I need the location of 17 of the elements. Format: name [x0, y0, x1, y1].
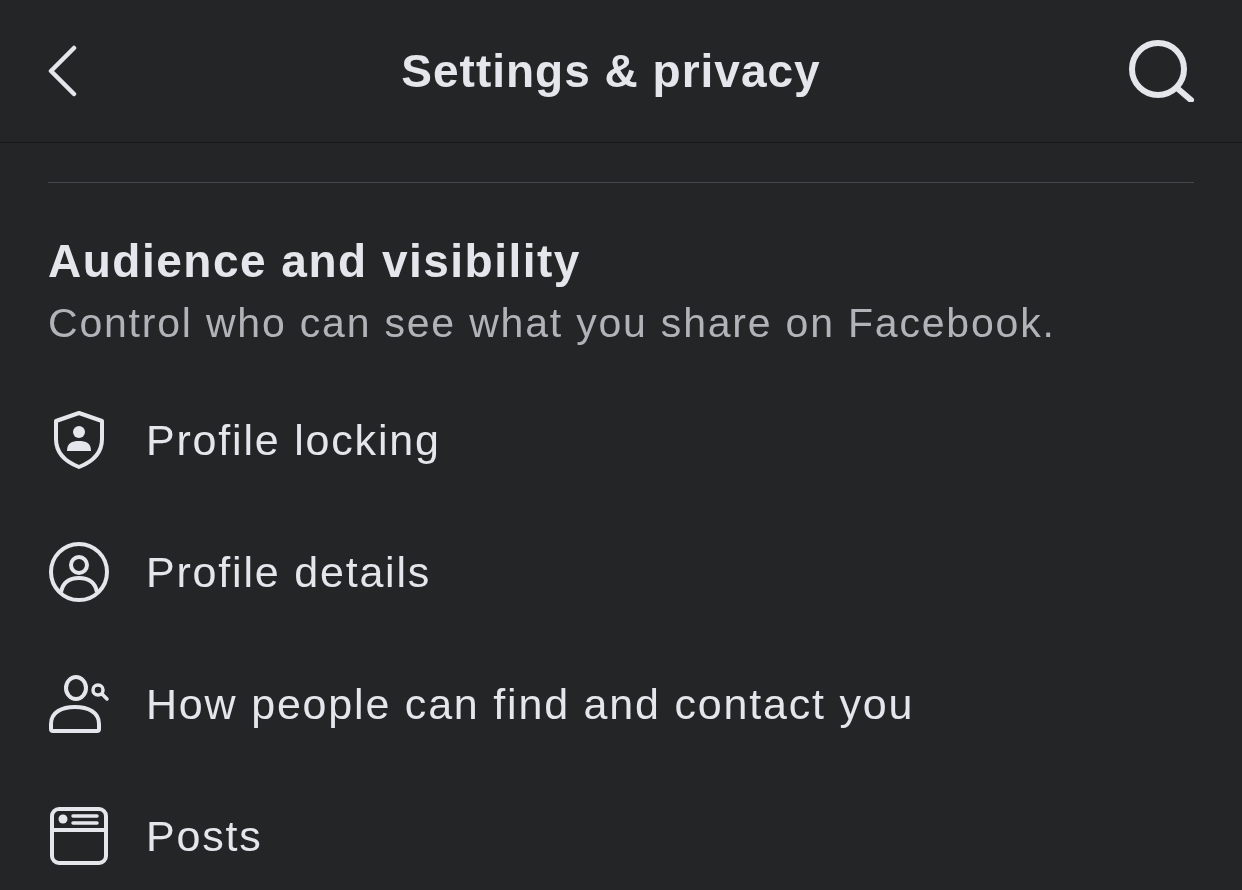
person-circle-icon [48, 541, 110, 603]
search-button[interactable] [1126, 38, 1196, 104]
browser-card-icon [50, 807, 108, 865]
settings-label: Profile details [146, 550, 432, 594]
settings-label: How people can find and contact you [146, 682, 915, 726]
settings-row[interactable]: Posts [48, 770, 1194, 890]
settings-row[interactable]: How people can find and contact you [48, 638, 1194, 770]
shield-person-icon [52, 410, 106, 470]
section-subtitle: Control who can see what you share on Facebook. [48, 299, 1057, 348]
settings-row[interactable]: Profile locking [48, 374, 1194, 506]
back-chevron-icon [46, 45, 78, 97]
section-title: Audience and visibility [48, 235, 582, 287]
search-icon [1128, 40, 1196, 102]
settings-label: Posts [146, 814, 263, 858]
settings-label: Profile locking [146, 418, 441, 462]
settings-row[interactable]: Profile details [48, 506, 1194, 638]
person-search-icon [48, 674, 110, 734]
